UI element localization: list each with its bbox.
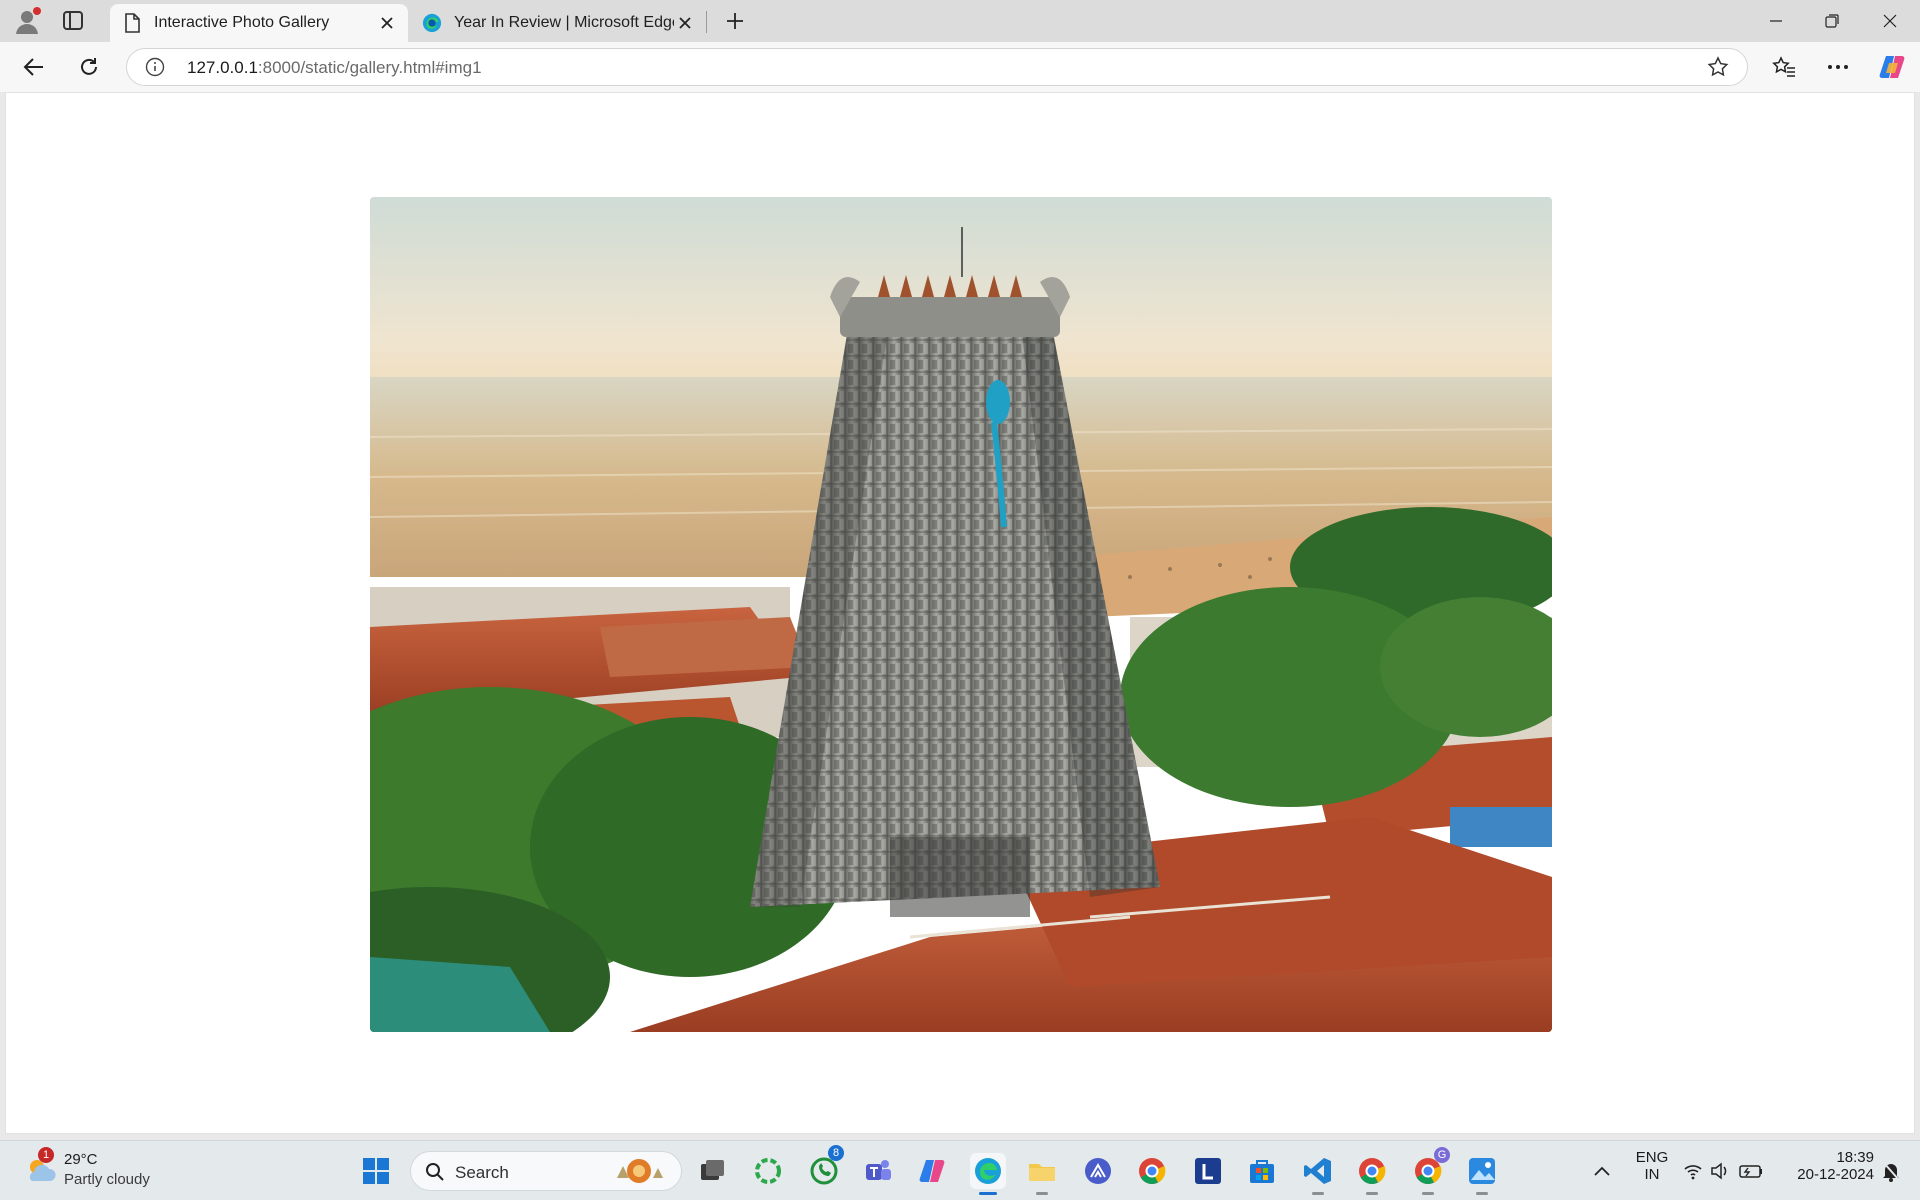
tab-strip: Interactive Photo Gallery Year In Review…	[0, 0, 1920, 42]
page-viewport	[5, 92, 1915, 1134]
vscode-icon[interactable]	[1300, 1153, 1336, 1195]
copilot-icon[interactable]	[1876, 51, 1908, 83]
page-icon	[122, 13, 142, 33]
address-bar[interactable]: 127.0.0.1:8000/static/gallery.html#img1	[126, 48, 1748, 86]
search-label: Search	[455, 1163, 509, 1182]
language-line1: ENG	[1635, 1149, 1669, 1166]
chrome-profile-icon[interactable]: G	[1410, 1147, 1450, 1195]
profile-avatar-icon[interactable]	[14, 7, 41, 34]
tab-interactive-photo-gallery[interactable]: Interactive Photo Gallery	[110, 4, 408, 42]
chrome-icon[interactable]	[1134, 1153, 1170, 1189]
favorite-star-icon[interactable]	[1707, 56, 1729, 78]
copilot-app-icon[interactable]	[914, 1153, 950, 1189]
close-window-icon[interactable]	[1862, 0, 1918, 42]
app-l-icon[interactable]	[1190, 1153, 1226, 1189]
tab-title: Year In Review | Microsoft Edge	[454, 14, 674, 31]
gallery-image[interactable]	[370, 197, 1552, 1032]
microsoft-store-icon[interactable]	[1244, 1153, 1280, 1189]
running-indicator	[1036, 1192, 1048, 1195]
battery-icon	[1739, 1165, 1762, 1178]
search-icon	[426, 1163, 444, 1181]
url-path: :8000/static/gallery.html#img1	[257, 58, 482, 77]
url-host: 127.0.0.1	[187, 58, 258, 77]
tab-title: Interactive Photo Gallery	[154, 14, 330, 31]
chrome-icon[interactable]	[1354, 1153, 1390, 1195]
favorites-icon[interactable]	[1768, 51, 1800, 83]
photos-icon[interactable]	[1464, 1153, 1500, 1195]
refresh-icon[interactable]	[73, 51, 105, 83]
language-indicator[interactable]: ENG IN	[1632, 1149, 1672, 1183]
tab-divider	[706, 11, 707, 33]
running-indicator	[1422, 1192, 1434, 1195]
taskbar: 1 29°C Partly cloudy Search 8 G ENG IN 1…	[0, 1140, 1920, 1200]
navigation-bar: 127.0.0.1:8000/static/gallery.html#img1	[0, 42, 1920, 92]
running-indicator	[1476, 1192, 1488, 1195]
language-line2: IN	[1644, 1166, 1660, 1183]
tab-year-in-review[interactable]: Year In Review | Microsoft Edge	[410, 4, 706, 42]
url-text[interactable]: 127.0.0.1:8000/static/gallery.html#img1	[187, 58, 482, 78]
chevron-up-icon[interactable]	[1584, 1153, 1620, 1189]
task-view-icon[interactable]	[694, 1153, 730, 1189]
weather-widget[interactable]: 1 29°C Partly cloudy	[24, 1147, 184, 1191]
clock[interactable]: 18:39 20-12-2024	[1782, 1149, 1874, 1183]
whatsapp-icon[interactable]: 8	[806, 1145, 844, 1189]
back-arrow-icon[interactable]	[18, 51, 50, 83]
minimize-icon[interactable]	[1748, 0, 1804, 42]
running-indicator	[1366, 1192, 1378, 1195]
close-icon[interactable]	[376, 12, 398, 34]
volume-icon	[1711, 1162, 1727, 1180]
weather-badge: 1	[38, 1147, 54, 1163]
edge-logo-icon	[422, 13, 442, 33]
site-info-icon[interactable]	[145, 57, 165, 77]
chrome-profile-badge: G	[1434, 1147, 1450, 1163]
edge-taskbar-icon[interactable]	[970, 1153, 1006, 1195]
teams-icon[interactable]	[860, 1153, 896, 1189]
running-indicator	[1312, 1192, 1324, 1195]
system-status-icons[interactable]	[1682, 1153, 1768, 1189]
file-explorer-icon[interactable]	[1024, 1153, 1060, 1195]
wifi-icon	[1684, 1165, 1702, 1180]
app-circle-icon[interactable]	[750, 1153, 786, 1189]
active-indicator	[979, 1192, 997, 1195]
weather-temperature: 29°C	[64, 1151, 98, 1168]
taskbar-search[interactable]: Search	[410, 1151, 682, 1191]
whatsapp-badge: 8	[828, 1145, 844, 1161]
app-triangle-icon[interactable]	[1080, 1153, 1116, 1189]
clock-time: 18:39	[1836, 1149, 1874, 1166]
tab-actions-icon[interactable]	[62, 10, 86, 32]
new-tab-plus-icon[interactable]	[722, 8, 748, 34]
search-highlight-icon	[617, 1159, 663, 1183]
close-icon[interactable]	[674, 12, 696, 34]
clock-date: 20-12-2024	[1797, 1166, 1874, 1183]
notification-bell-icon[interactable]	[1876, 1153, 1906, 1189]
notification-dot	[33, 7, 41, 15]
weather-condition: Partly cloudy	[64, 1171, 150, 1188]
restore-icon[interactable]	[1804, 0, 1860, 42]
more-options-icon[interactable]	[1822, 51, 1854, 83]
windows-start-icon[interactable]	[358, 1153, 394, 1189]
